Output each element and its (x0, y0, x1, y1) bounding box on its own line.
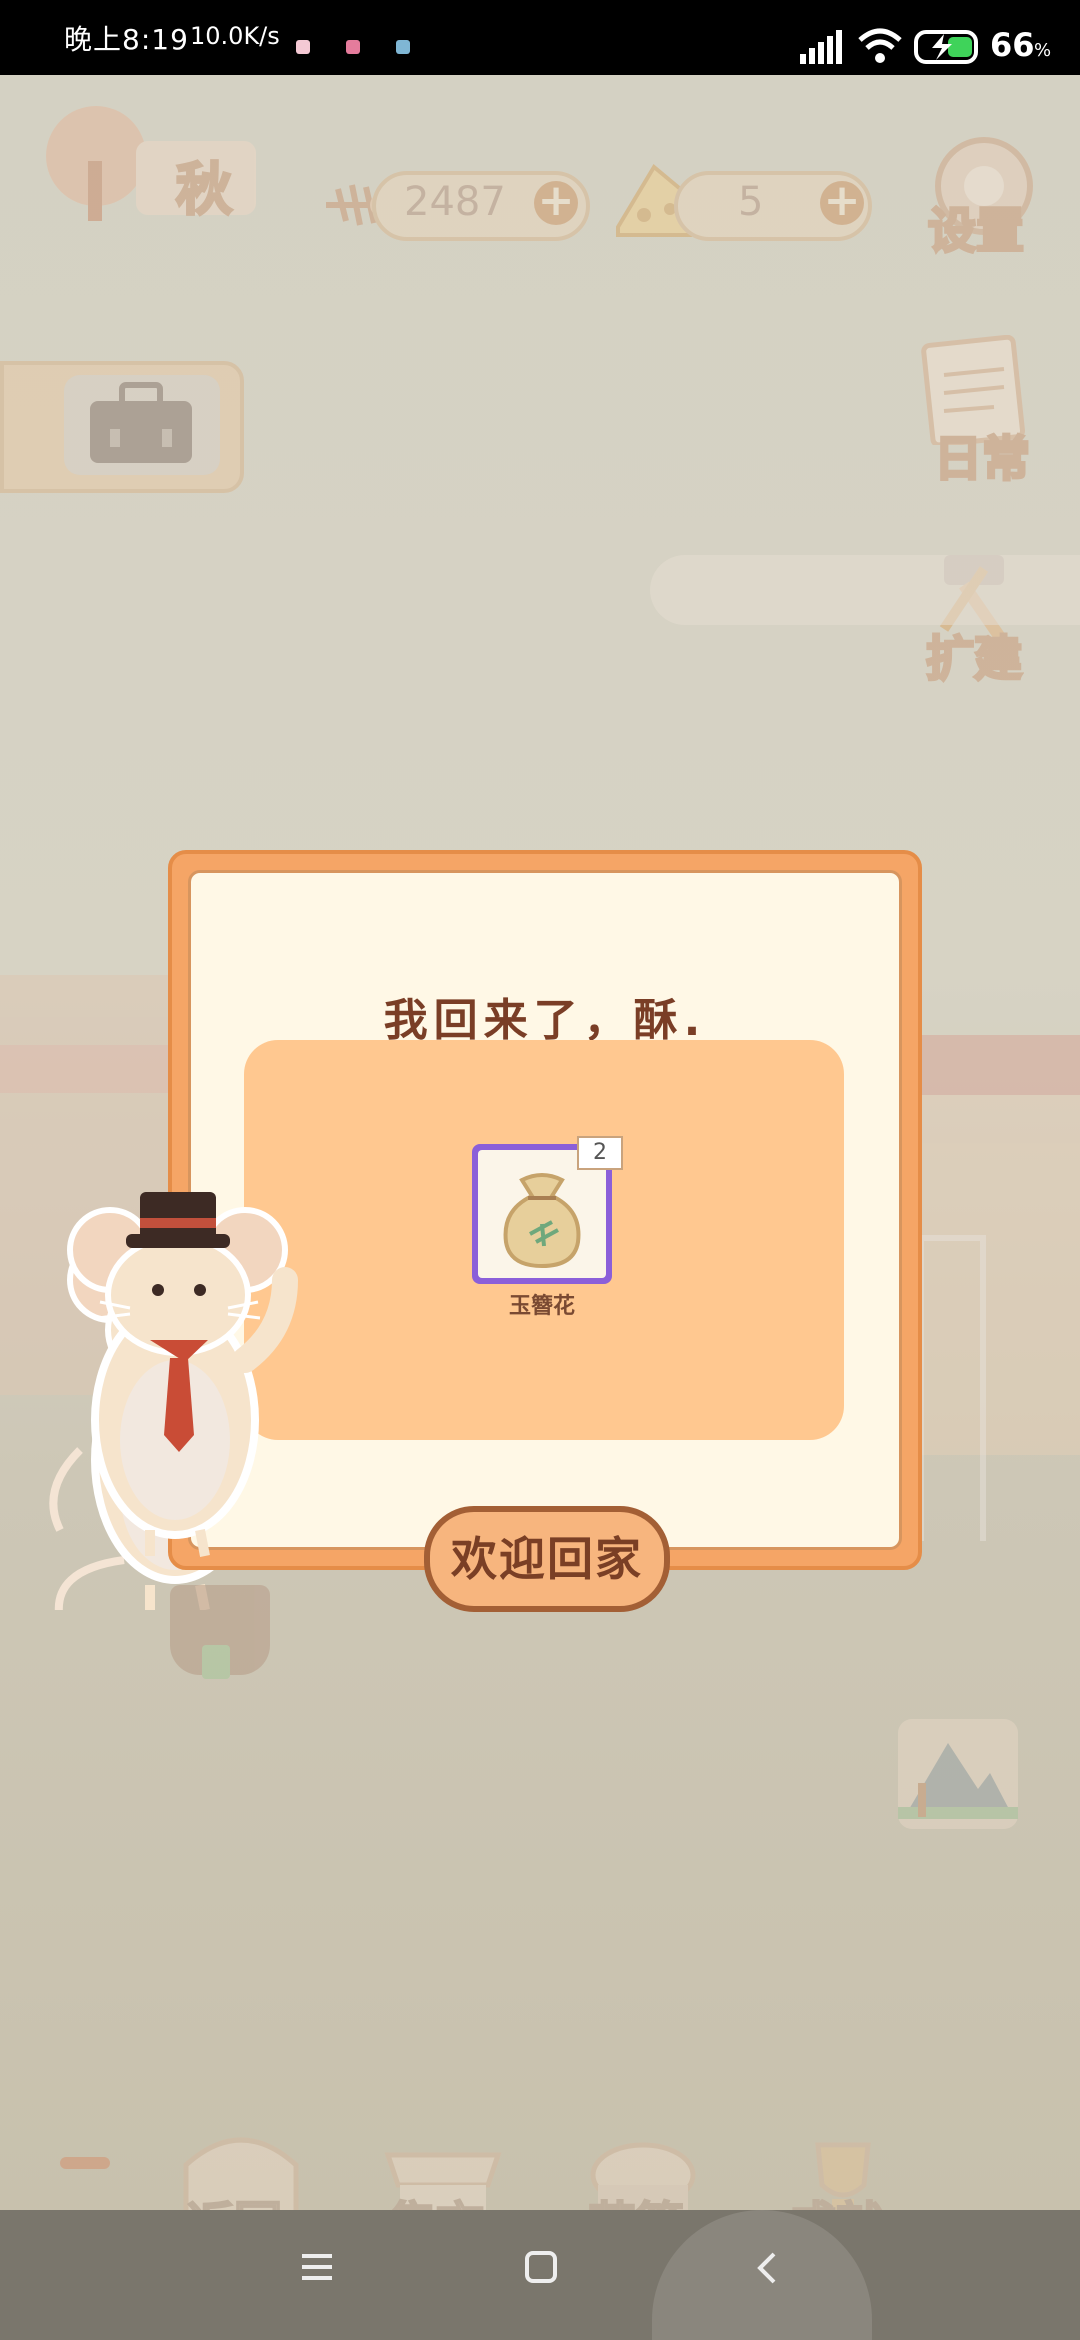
settings-button[interactable]: 设置 (924, 131, 1044, 271)
welcome-home-button[interactable]: 欢迎回家 (424, 1506, 670, 1612)
expand-label: 扩建 (924, 630, 1023, 689)
item-count-badge: 2 (577, 1136, 623, 1170)
home-icon[interactable] (524, 2250, 558, 2284)
item-name: 玉簪花 (508, 1294, 575, 1319)
mouse-character-front (49, 1192, 298, 1557)
system-nav-bar (0, 2210, 1080, 2340)
dialog-title: 我回来了，酥. (383, 995, 707, 1046)
status-time: 晚上8:19 (64, 23, 189, 56)
fish-counter: 2487 + (316, 165, 596, 249)
add-cheese-button[interactable]: + (820, 179, 864, 225)
notification-icon (296, 40, 310, 54)
map-button[interactable] (898, 1719, 1018, 1829)
season-label: 秋 (175, 157, 234, 225)
briefcase-icon (90, 382, 192, 463)
season-badge[interactable]: 秋 (36, 101, 266, 231)
daily-button[interactable]: 日常 (914, 334, 1044, 489)
notification-icon (346, 40, 360, 54)
status-bar: 晚上8:19 10.0K/s 66 % (0, 0, 1080, 75)
wifi-icon (858, 28, 902, 63)
gate (918, 1235, 986, 1541)
tree-stump (130, 1555, 310, 1685)
settings-label: 设置 (926, 202, 1025, 261)
signal-icon (800, 30, 842, 64)
bag-button[interactable] (0, 361, 244, 493)
menu-handle[interactable] (60, 2157, 110, 2169)
fish-count: 2487 (404, 179, 506, 225)
mountain-icon (898, 1743, 1018, 1819)
tree-icon (46, 106, 146, 221)
menu-icon[interactable] (300, 2252, 334, 2282)
cheese-count: 5 (738, 179, 764, 225)
daily-label: 日常 (932, 430, 1031, 489)
cloud (650, 555, 1080, 625)
cheese-counter: 5 + (614, 163, 874, 249)
add-fish-button[interactable]: + (534, 179, 578, 225)
battery-icon (914, 30, 978, 64)
back-icon[interactable] (754, 2250, 780, 2286)
battery-unit: % (1034, 40, 1052, 61)
notification-icon (396, 40, 410, 54)
net-speed: 10.0K/s (190, 22, 280, 50)
battery-level: 66 (990, 26, 1035, 64)
